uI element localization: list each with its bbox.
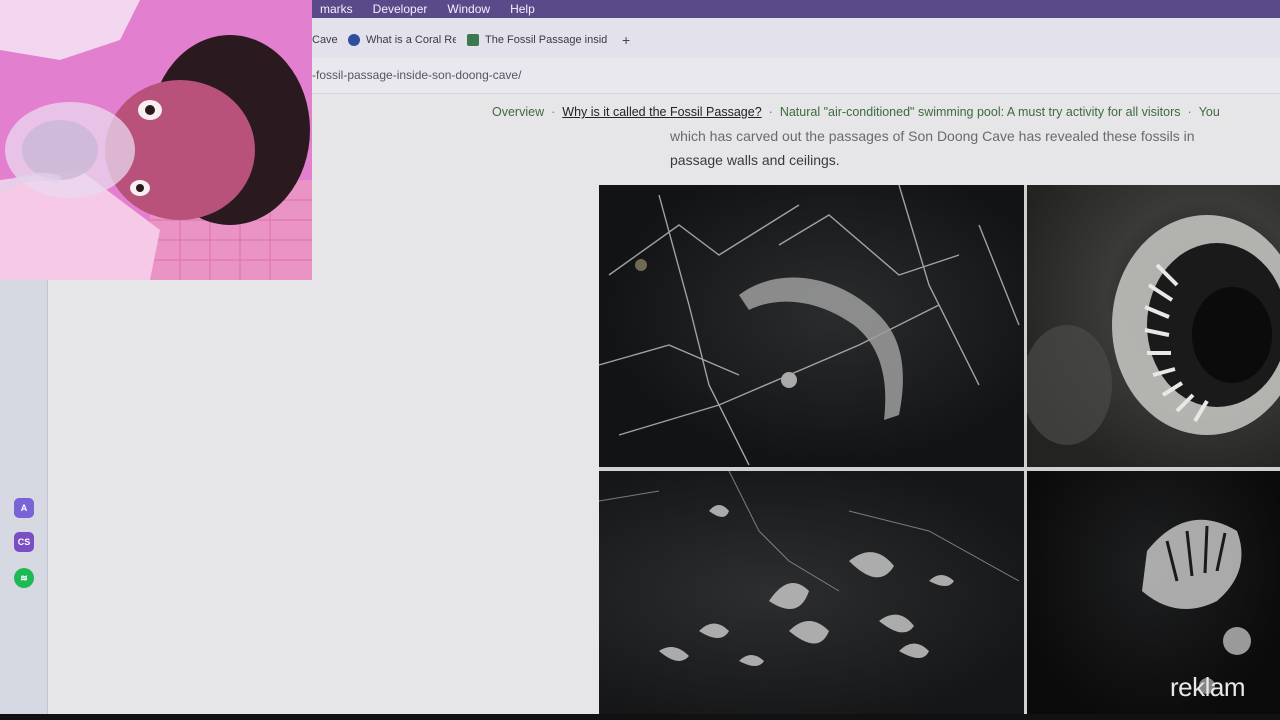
webcam-overlay (0, 0, 312, 280)
toc-item-why-fossil-passage[interactable]: Why is it called the Fossil Passage? (562, 105, 761, 119)
reklam-watermark: reklam (1170, 672, 1246, 702)
cs-glyph: CS (17, 537, 31, 547)
url-text[interactable]: -fossil-passage-inside-son-doong-cave/ (312, 68, 521, 82)
article-line: passage walls and ceilings. (670, 152, 840, 168)
new-tab-button[interactable]: + (622, 32, 630, 48)
cs-icon[interactable]: CS (14, 532, 34, 552)
menu-bookmarks[interactable]: marks (310, 0, 363, 18)
fossil-photo-1[interactable] (599, 185, 1024, 467)
favicon-icon (467, 34, 479, 46)
tab-label: Cave (312, 34, 338, 46)
table-of-contents: Overview · Why is it called the Fossil P… (492, 105, 1220, 119)
toc-item-you[interactable]: You (1199, 105, 1220, 119)
tab-label: The Fossil Passage insid (485, 34, 608, 46)
webcam-image (0, 0, 312, 280)
tab-coral-reef[interactable]: What is a Coral Re (348, 28, 456, 52)
fossil-photo-2[interactable] (1027, 185, 1280, 467)
favicon-icon (348, 34, 360, 46)
toc-separator: · (768, 105, 773, 119)
spotify-icon[interactable]: ≋ (14, 568, 34, 588)
toc-separator: · (551, 105, 556, 119)
article-paragraph: which has carved out the passages of Son… (670, 124, 1270, 172)
article-line: which has carved out the passages of Son… (670, 128, 1195, 144)
fossil-gallery (599, 185, 1280, 714)
toc-item-swimming-pool[interactable]: Natural "air-conditioned" swimming pool:… (780, 105, 1181, 119)
spotify-glyph: ≋ (20, 572, 28, 583)
fossil-photo-3[interactable] (599, 471, 1024, 714)
toc-item-overview[interactable]: Overview (492, 105, 544, 119)
app-a-icon[interactable]: A (14, 498, 34, 518)
menu-items: marks Developer Window Help (310, 0, 545, 18)
tab-fossil-passage[interactable]: The Fossil Passage insid (467, 28, 609, 52)
tab-label: What is a Coral Re (366, 34, 456, 46)
bottom-strip (0, 714, 1280, 720)
toc-separator: · (1187, 105, 1192, 119)
menu-help[interactable]: Help (500, 0, 545, 18)
tab-cave[interactable]: Cave (312, 28, 338, 52)
app-a-glyph: A (20, 503, 28, 513)
menu-window[interactable]: Window (437, 0, 500, 18)
menu-developer[interactable]: Developer (363, 0, 438, 18)
